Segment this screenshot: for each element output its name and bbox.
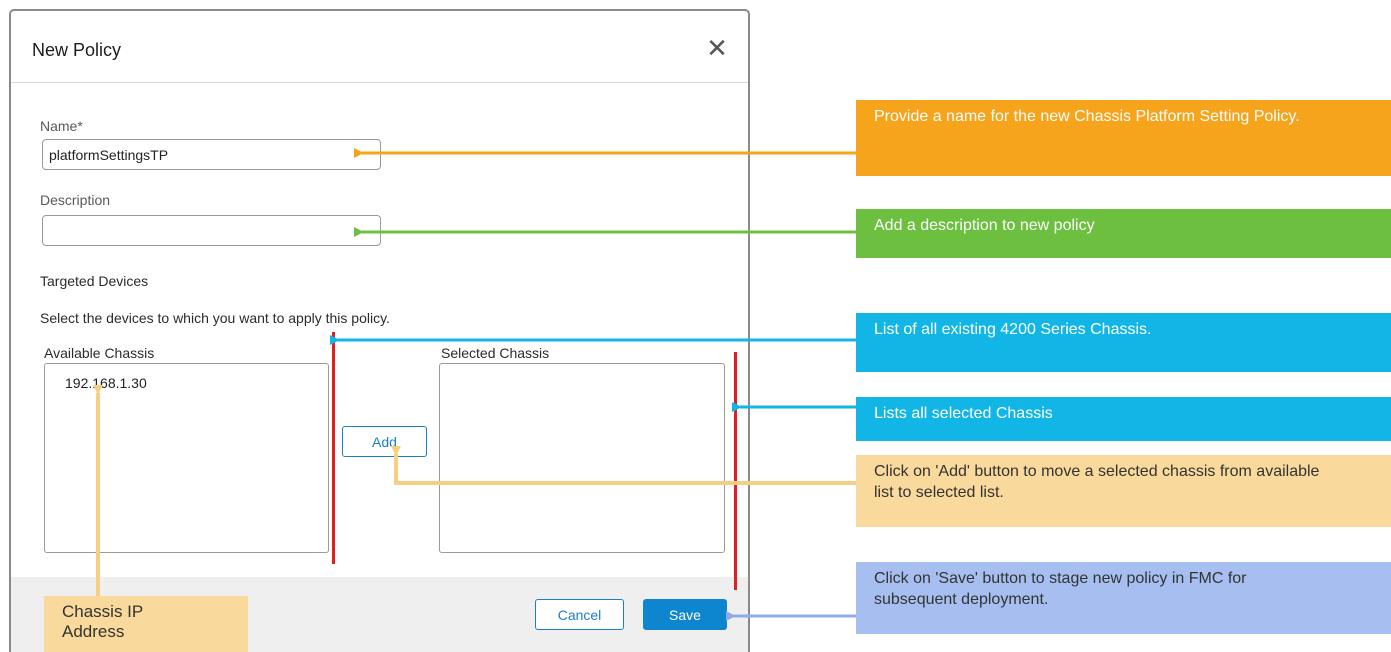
cancel-button[interactable]: Cancel <box>535 599 624 630</box>
callout-selected-chassis: Lists all selected Chassis <box>856 397 1391 441</box>
name-field[interactable] <box>42 139 381 170</box>
save-button[interactable]: Save <box>643 599 727 630</box>
dialog-title: New Policy <box>32 40 122 60</box>
close-icon[interactable]: ✕ <box>704 35 730 61</box>
callout-description: Add a description to new policy <box>856 209 1391 258</box>
callout-name: Provide a name for the new Chassis Platf… <box>856 100 1391 176</box>
dialog-header: New Policy ✕ <box>11 11 748 83</box>
callout-add: Click on 'Add' button to move a selected… <box>856 455 1391 527</box>
targeted-devices-heading: Targeted Devices <box>40 273 149 289</box>
description-label: Description <box>40 192 111 208</box>
add-button[interactable]: Add <box>342 426 427 457</box>
available-chassis-list[interactable]: 192.168.1.30 <box>44 363 329 553</box>
callout-save: Click on 'Save' button to stage new poli… <box>856 562 1391 634</box>
selected-chassis-list[interactable] <box>439 363 725 553</box>
description-field[interactable] <box>42 215 381 246</box>
callout-chassis-ip: Chassis IP Address <box>44 596 248 652</box>
available-chassis-label: Available Chassis <box>44 345 155 361</box>
selected-chassis-label: Selected Chassis <box>441 345 550 361</box>
new-policy-dialog: New Policy ✕ Name* Description Targeted … <box>9 9 750 652</box>
callout-available-chassis: List of all existing 4200 Series Chassis… <box>856 313 1391 372</box>
name-label: Name* <box>40 118 83 134</box>
targeted-devices-help: Select the devices to which you want to … <box>40 310 390 326</box>
list-item[interactable]: 192.168.1.30 <box>65 375 147 391</box>
